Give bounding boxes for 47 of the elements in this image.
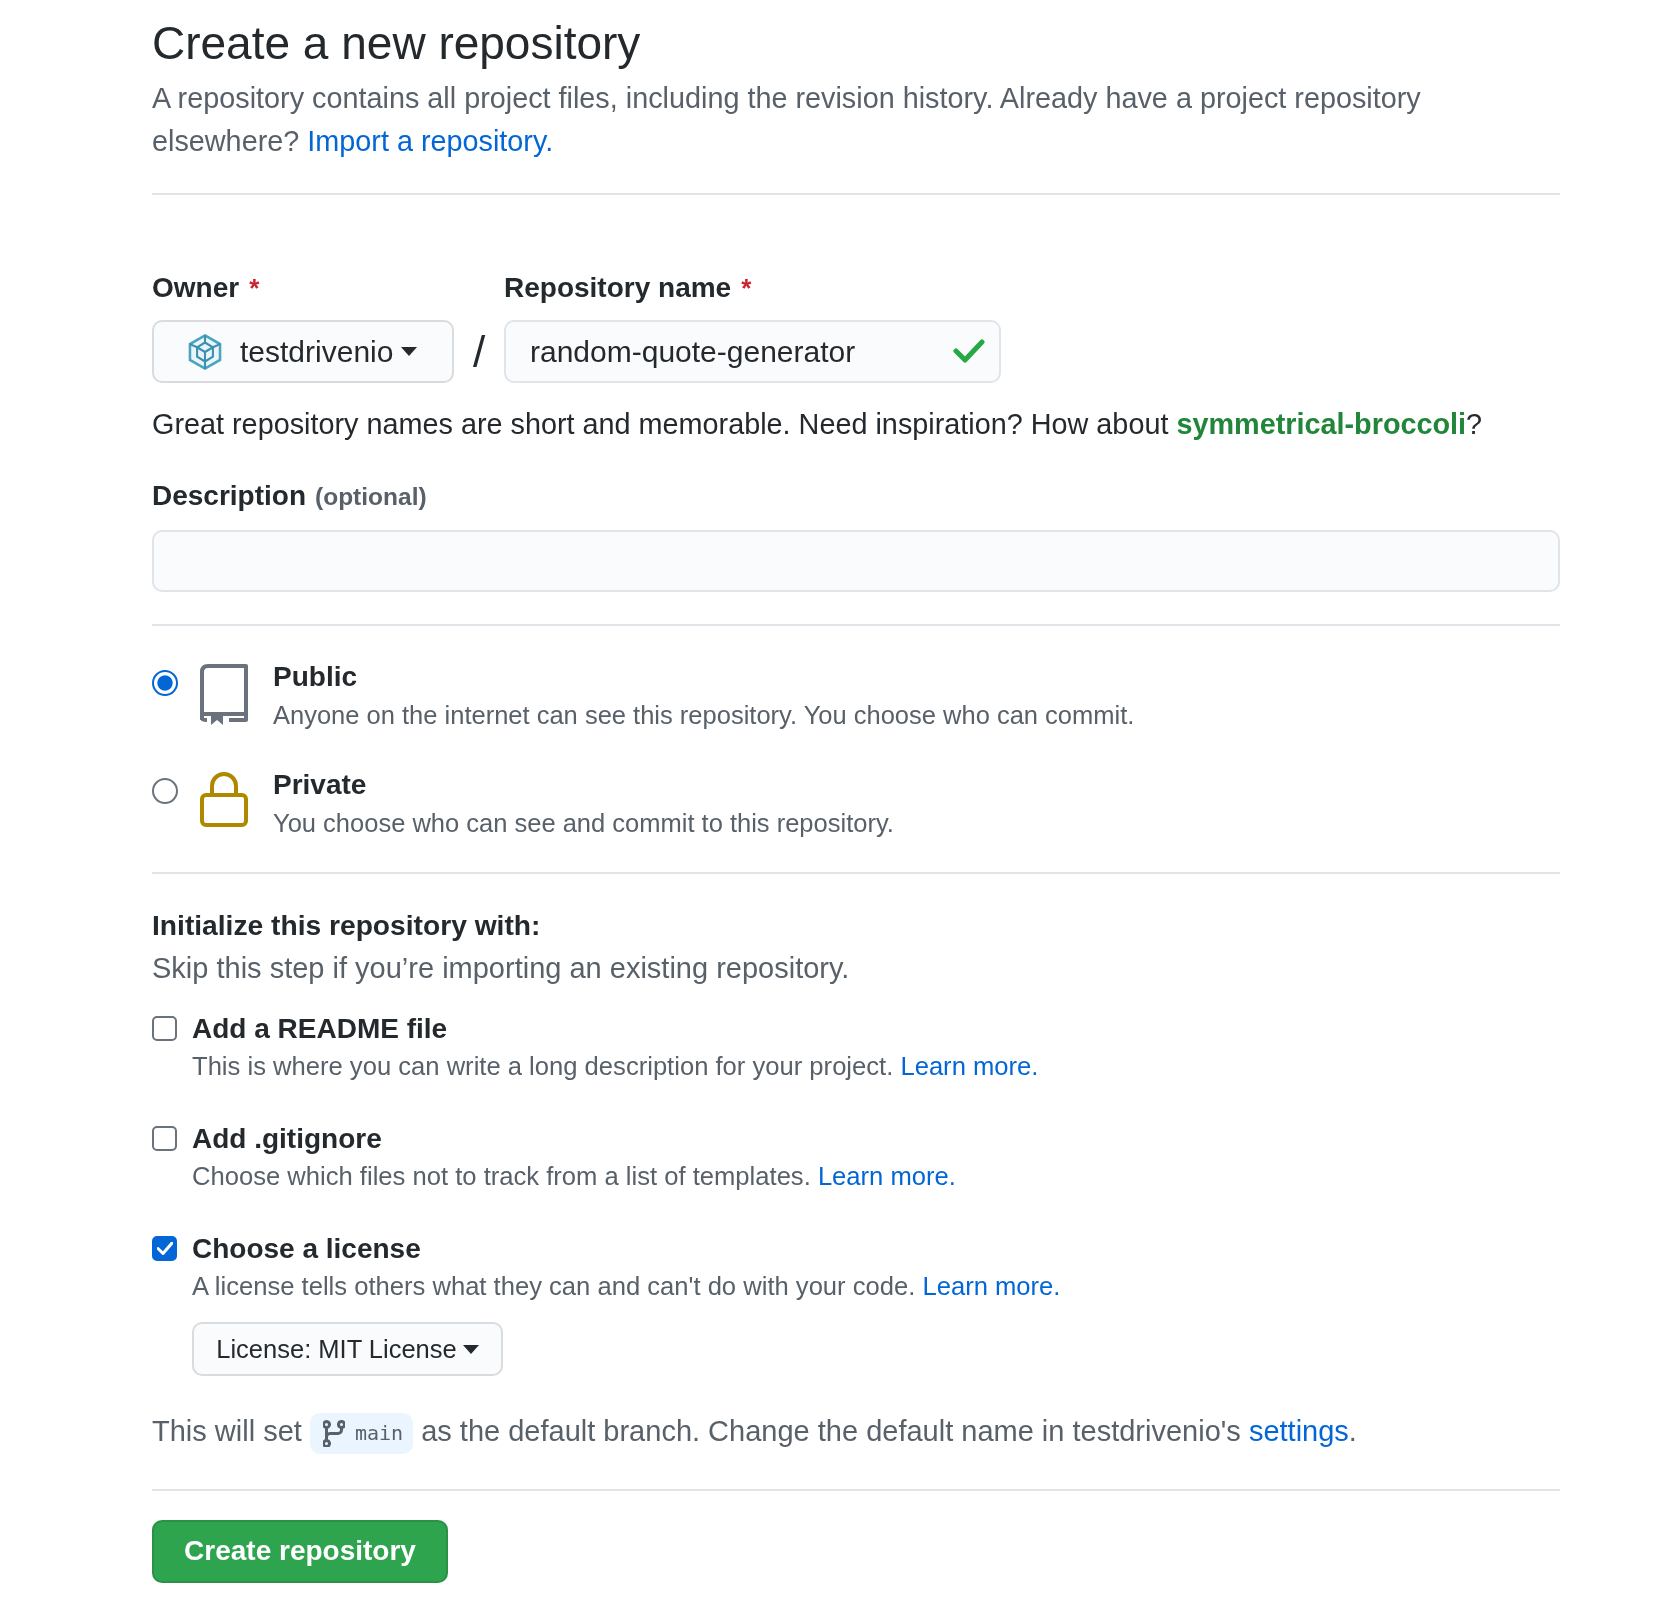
name-suggestion-link[interactable]: symmetrical-broccoli (1176, 408, 1467, 440)
settings-link[interactable]: settings (1248, 1415, 1349, 1447)
section-heading: Initialize this repository with: (152, 908, 542, 943)
import-repository-link[interactable]: Import a repository. (307, 125, 554, 157)
checkmark-icon (156, 1242, 173, 1255)
description-field[interactable] (152, 530, 1560, 592)
radio-button[interactable] (152, 670, 178, 696)
section-subtitle: Skip this step if you’re importing an existing repository. (152, 951, 851, 986)
option-description: This is where you can write a long description for your project. Learn more. (192, 1051, 1039, 1082)
cube-icon (186, 332, 224, 371)
branch-name: main (354, 1419, 404, 1447)
create-repository-button[interactable]: Create repository (152, 1519, 448, 1583)
checkbox[interactable] (152, 1016, 177, 1041)
caret-icon (401, 347, 418, 356)
radio-button[interactable] (152, 778, 178, 804)
checkbox[interactable] (152, 1126, 177, 1151)
description-label: Description (152, 479, 307, 513)
required-mark: * (249, 272, 260, 305)
learn-more-link[interactable]: Learn more. (817, 1162, 956, 1190)
optional-note: (optional) (315, 482, 427, 512)
intro-text: A repository contains all project files, including the revision history. Already have a project repository elsewhere? Import a repository. (152, 81, 1422, 159)
default-branch-text: This will set main as the default branch. Change the default name in testdrivenio's settings. (152, 1411, 1560, 1454)
learn-more-link[interactable]: Learn more. (900, 1052, 1039, 1080)
lock-icon (200, 771, 248, 827)
required-mark: * (741, 272, 752, 305)
checkbox[interactable] (152, 1236, 177, 1261)
path-separator: / (471, 326, 487, 378)
option-description: A license tells others what they can and can't do with your code. Learn more. (192, 1271, 1061, 1302)
book-icon (199, 663, 249, 725)
visibility-description: You choose who can see and commit to this repository. (273, 808, 894, 839)
visibility-title: Public (273, 660, 358, 694)
name-hint-text: Great repository names are short and memorable. Need inspiration? How about symmetrical-broccoli? (152, 407, 1484, 442)
visibility-title: Private (273, 768, 368, 802)
option-title: Add .gitignore (192, 1122, 382, 1156)
page-title: Create a new repository (152, 16, 642, 71)
option-title: Add a README file (192, 1012, 448, 1046)
license-dropdown[interactable]: License: MIT License (192, 1322, 503, 1376)
repository-name-field[interactable]: random-quote-generator (504, 320, 1001, 383)
owner-dropdown[interactable]: testdrivenio (152, 320, 454, 383)
learn-more-link[interactable]: Learn more. (922, 1272, 1061, 1300)
branch-icon (322, 1419, 345, 1447)
owner-label: Owner (152, 271, 240, 305)
repository-name-label: Repository name (504, 271, 732, 305)
visibility-description: Anyone on the internet can see this repository. You choose who can commit. (273, 700, 1135, 731)
caret-icon (462, 1344, 479, 1354)
option-description: Choose which files not to track from a list of templates. Learn more. (192, 1161, 956, 1192)
option-title: Choose a license (192, 1232, 421, 1266)
